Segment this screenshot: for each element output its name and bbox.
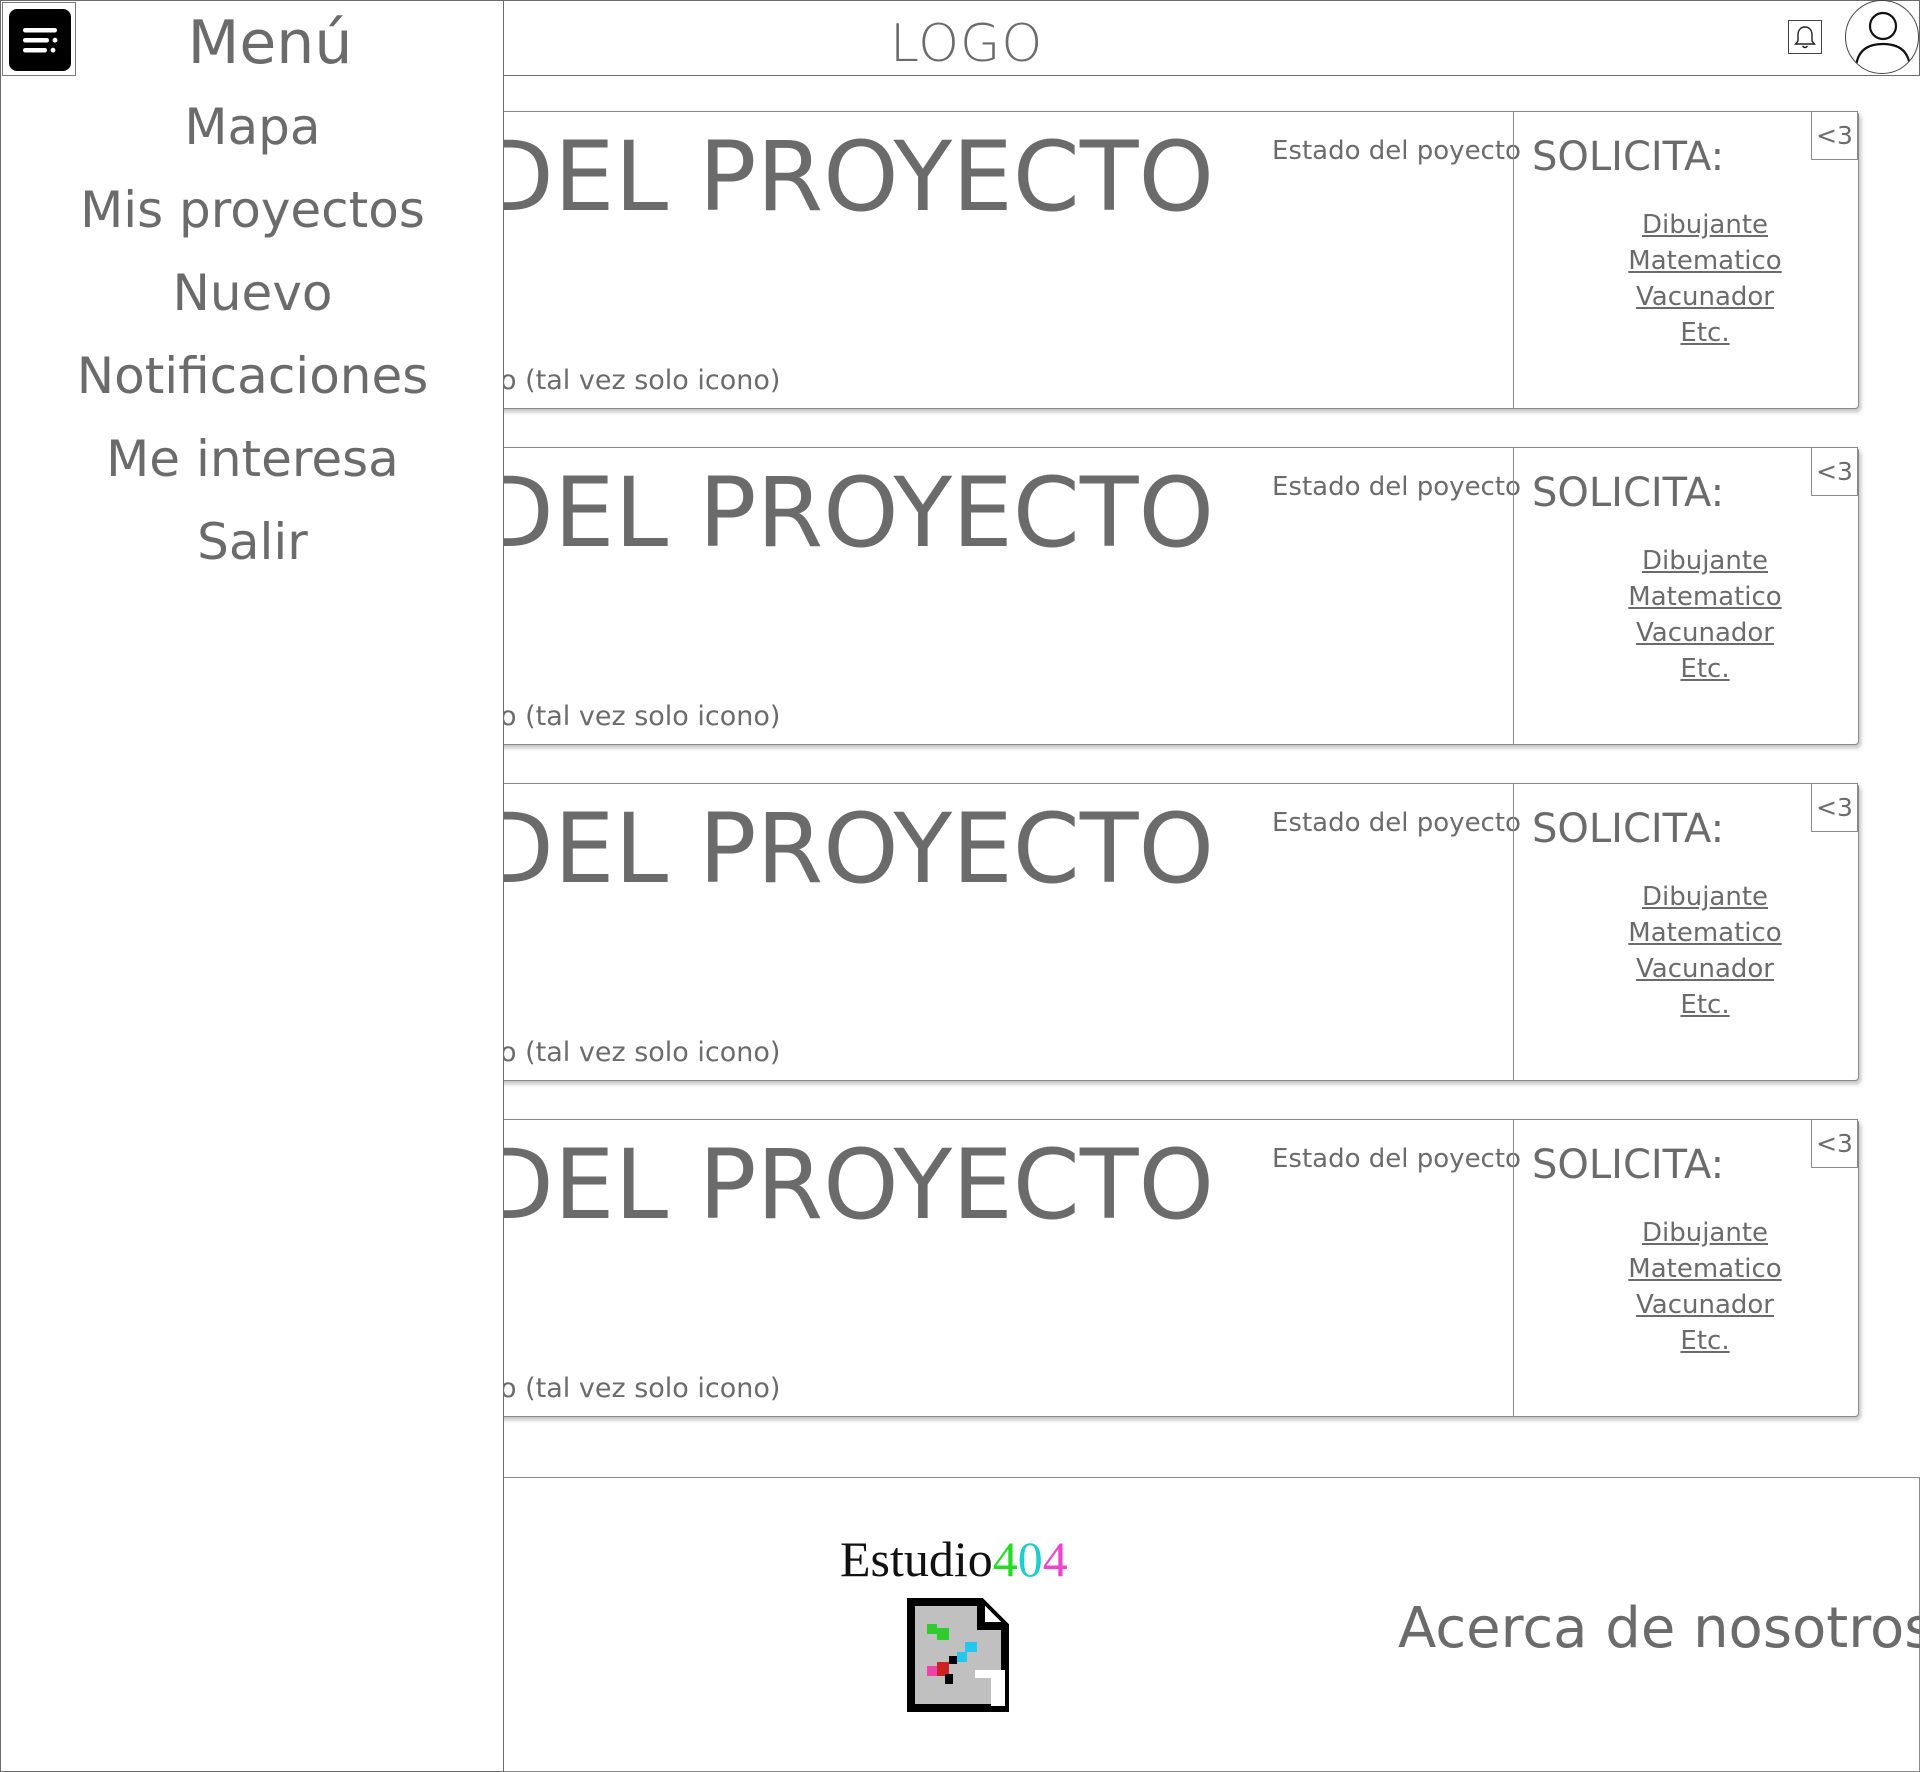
role-link[interactable]: Vacunador (1620, 279, 1790, 315)
card-divider (1513, 783, 1514, 1081)
menu-title: Menú (187, 8, 353, 78)
like-button[interactable]: <3 (1811, 1119, 1858, 1168)
nav-item-mis-proyectos[interactable]: Mis proyectos (60, 181, 445, 239)
project-title: DEL PROYECTO (480, 793, 1215, 905)
nav-item-notificaciones[interactable]: Notificaciones (60, 347, 445, 405)
role-link[interactable]: Dibujante (1620, 879, 1790, 915)
nav-item-nuevo[interactable]: Nuevo (60, 264, 445, 322)
nav-item-salir[interactable]: Salir (60, 513, 445, 571)
requested-roles: Dibujante Matematico Vacunador Etc. (1620, 879, 1790, 1023)
solicita-label: SOLICITA: (1532, 134, 1725, 180)
role-link[interactable]: Matematico (1620, 1251, 1790, 1287)
project-status: Estado del poyecto (1272, 136, 1521, 166)
broken-image-icon (905, 1596, 1011, 1716)
project-subtitle: o (tal vez solo icono) (500, 1373, 781, 1404)
requested-roles: Dibujante Matematico Vacunador Etc. (1620, 1215, 1790, 1359)
solicita-label: SOLICITA: (1532, 806, 1725, 852)
project-title: DEL PROYECTO (480, 1129, 1215, 1241)
role-link[interactable]: Dibujante (1620, 207, 1790, 243)
brand-text: Estudio (840, 1531, 993, 1587)
project-status: Estado del poyecto (1272, 472, 1521, 502)
brand-digit-0: 0 (1017, 1531, 1043, 1587)
solicita-label: SOLICITA: (1532, 470, 1725, 516)
menu-icon[interactable] (2, 2, 76, 76)
requested-roles: Dibujante Matematico Vacunador Etc. (1620, 207, 1790, 351)
role-link[interactable]: Vacunador (1620, 1287, 1790, 1323)
project-status: Estado del poyecto (1272, 808, 1521, 838)
logo[interactable]: LOGO (890, 14, 1043, 74)
card-divider (1513, 111, 1514, 409)
like-button[interactable]: <3 (1811, 111, 1858, 160)
role-link[interactable]: Etc. (1620, 651, 1790, 687)
nav-item-mapa[interactable]: Mapa (60, 98, 445, 156)
nav-item-me-interesa[interactable]: Me interesa (60, 430, 445, 488)
role-link[interactable]: Etc. (1620, 987, 1790, 1023)
project-status: Estado del poyecto (1272, 1144, 1521, 1174)
brand-wordmark: Estudio404 (840, 1530, 1068, 1588)
card-divider (1513, 1119, 1514, 1417)
role-link[interactable]: Vacunador (1620, 951, 1790, 987)
card-divider (1513, 447, 1514, 745)
project-subtitle: o (tal vez solo icono) (500, 1037, 781, 1068)
role-link[interactable]: Vacunador (1620, 615, 1790, 651)
brand-digit-4: 4 (992, 1531, 1018, 1587)
role-link[interactable]: Matematico (1620, 243, 1790, 279)
project-title: DEL PROYECTO (480, 457, 1215, 569)
role-link[interactable]: Matematico (1620, 915, 1790, 951)
solicita-label: SOLICITA: (1532, 1142, 1725, 1188)
bell-icon[interactable] (1788, 20, 1822, 54)
project-title: DEL PROYECTO (480, 121, 1215, 233)
project-subtitle: o (tal vez solo icono) (500, 365, 781, 396)
role-link[interactable]: Etc. (1620, 315, 1790, 351)
like-button[interactable]: <3 (1811, 447, 1858, 496)
like-button[interactable]: <3 (1811, 783, 1858, 832)
requested-roles: Dibujante Matematico Vacunador Etc. (1620, 543, 1790, 687)
about-us-link[interactable]: Acerca de nosotros (1398, 1596, 1920, 1661)
role-link[interactable]: Matematico (1620, 579, 1790, 615)
role-link[interactable]: Etc. (1620, 1323, 1790, 1359)
brand-digit-4-second: 4 (1042, 1531, 1068, 1587)
role-link[interactable]: Dibujante (1620, 543, 1790, 579)
user-avatar-icon[interactable] (1845, 0, 1919, 74)
role-link[interactable]: Dibujante (1620, 1215, 1790, 1251)
project-subtitle: o (tal vez solo icono) (500, 701, 781, 732)
